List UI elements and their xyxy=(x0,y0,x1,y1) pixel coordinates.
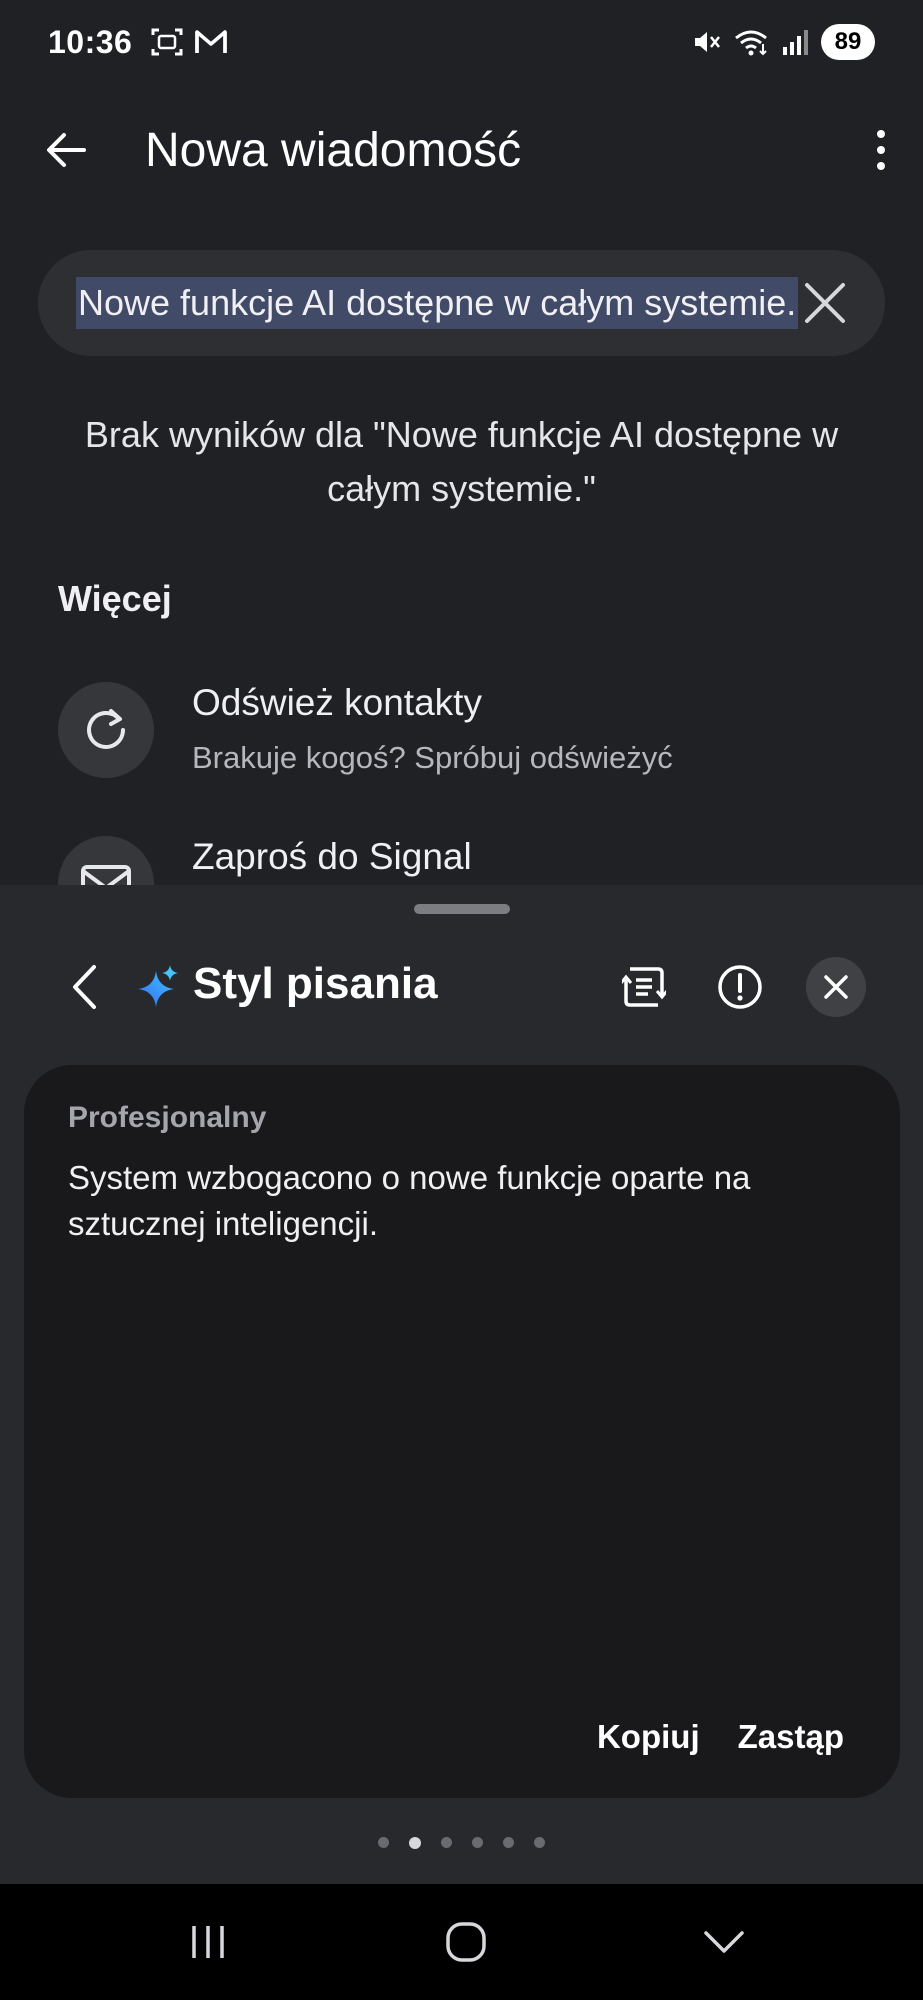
suggestion-text: System wzbogacono o nowe funkcje oparte … xyxy=(68,1159,751,1242)
panel-back-button[interactable] xyxy=(58,957,110,1017)
list-item-title: Zaproś do Signal xyxy=(192,836,472,877)
panel-title: Styl pisania xyxy=(193,959,438,1008)
more-vertical-icon xyxy=(877,130,885,170)
mute-icon xyxy=(695,32,720,52)
page-dot[interactable] xyxy=(441,1837,452,1848)
copy-button[interactable]: Kopiuj xyxy=(597,1718,700,1756)
status-bar: 10:36 89 xyxy=(0,0,923,86)
home-button[interactable] xyxy=(436,1914,496,1970)
search-input-value: Nowe funkcje AI dostępne w całym systemi… xyxy=(76,277,799,329)
page-dot[interactable] xyxy=(534,1837,545,1848)
wifi-icon xyxy=(735,30,767,56)
list-item-subtitle: Brakuje kogoś? Spróbuj odświeżyć xyxy=(192,740,673,775)
navigation-bar xyxy=(0,1884,923,2000)
page-indicator xyxy=(0,1837,923,1849)
list-item-refresh-contacts[interactable]: Odśwież kontakty Brakuje kogoś? Spróbuj … xyxy=(58,682,878,802)
page-dot[interactable] xyxy=(503,1837,514,1848)
close-icon xyxy=(824,975,848,999)
chevron-left-icon xyxy=(73,965,96,1009)
home-icon xyxy=(446,1922,486,1962)
arrow-left-icon xyxy=(47,133,86,167)
search-input[interactable]: Nowe funkcje AI dostępne w całym systemi… xyxy=(76,277,802,329)
close-icon xyxy=(805,283,845,323)
style-label: Profesjonalny xyxy=(68,1101,267,1134)
page-dot[interactable] xyxy=(472,1837,483,1848)
signal-icon xyxy=(783,30,808,55)
search-bar: Nowe funkcje AI dostępne w całym systemi… xyxy=(38,250,885,356)
screen: 10:36 89 Nowa wiadomość Nowe funkcje AI … xyxy=(0,0,923,2000)
back-chevron-icon xyxy=(704,1931,744,1953)
battery-indicator: 89 xyxy=(821,24,875,60)
page-dot[interactable] xyxy=(378,1837,389,1848)
sheet-drag-handle[interactable] xyxy=(414,904,510,914)
switch-text-button[interactable] xyxy=(614,957,674,1017)
status-left-icons xyxy=(150,26,228,58)
no-results-message: Brak wyników dla "Nowe funkcje AI dostęp… xyxy=(84,414,839,509)
close-panel-button[interactable] xyxy=(806,957,866,1017)
refresh-icon xyxy=(87,709,125,749)
suggestion-card: Profesjonalny System wzbogacono o nowe f… xyxy=(24,1065,900,1798)
gmail-icon xyxy=(195,30,227,53)
page-dot[interactable] xyxy=(409,1837,421,1849)
replace-button[interactable]: Zastąp xyxy=(738,1718,844,1756)
writing-style-panel: Styl pisania Profesjonalny System wzboga… xyxy=(0,885,923,1885)
sparkle-icon xyxy=(138,965,178,1007)
recents-button[interactable] xyxy=(178,1914,238,1970)
status-time: 10:36 xyxy=(48,24,133,60)
back-nav-button[interactable] xyxy=(694,1914,754,1970)
text-switch-icon xyxy=(622,967,666,1007)
refresh-icon-circle xyxy=(58,682,154,778)
more-section-label: Więcej xyxy=(58,578,172,619)
recents-icon xyxy=(192,1926,224,1958)
list-item-title: Odśwież kontakty xyxy=(192,682,482,723)
status-right: 89 xyxy=(691,24,875,60)
screenshot-icon xyxy=(151,28,183,56)
info-button[interactable] xyxy=(710,957,770,1017)
card-actions: Kopiuj Zastąp xyxy=(597,1718,844,1756)
clear-search-button[interactable] xyxy=(799,277,851,329)
page-title: Nowa wiadomość xyxy=(145,124,522,177)
app-header: Nowa wiadomość xyxy=(0,110,923,190)
back-button[interactable] xyxy=(38,122,94,178)
alert-circle-icon xyxy=(718,965,762,1009)
more-options-button[interactable] xyxy=(863,122,899,178)
